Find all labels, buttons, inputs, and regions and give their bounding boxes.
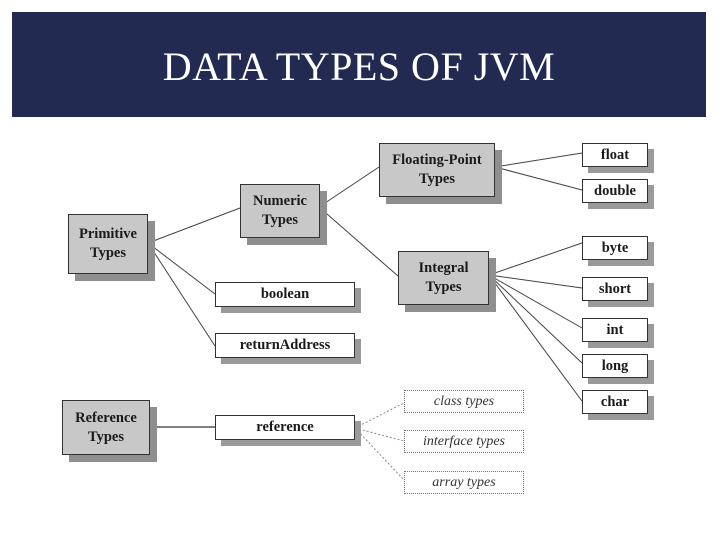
node-numeric-types: Numeric Types <box>240 184 320 238</box>
node-long: long <box>582 354 648 378</box>
node-short: short <box>582 277 648 301</box>
node-interface-types: interface types <box>404 430 524 453</box>
edge-integral-short <box>488 274 583 289</box>
node-label: Integral Types <box>418 260 469 295</box>
node-label: Primitive Types <box>79 226 137 261</box>
edge-primitive-numeric <box>147 207 241 244</box>
node-class-types: class types <box>404 390 524 413</box>
node-label: Numeric Types <box>253 193 307 228</box>
edge-primitive-boolean <box>147 242 216 295</box>
edge-reference-class <box>354 402 405 429</box>
edge-integral-int <box>488 274 583 329</box>
node-primitive-types: Primitive Types <box>68 214 148 274</box>
node-reference: reference <box>215 415 355 440</box>
edge-primitive-returnaddress <box>147 242 216 347</box>
node-float: float <box>582 143 648 167</box>
node-boolean: boolean <box>215 282 355 307</box>
node-label: Reference Types <box>75 409 137 445</box>
edge-integral-long <box>488 274 583 364</box>
edge-numeric-integral <box>318 206 399 277</box>
node-int: int <box>582 318 648 342</box>
edge-floating-float <box>494 152 583 168</box>
node-integral-types: Integral Types <box>398 251 489 305</box>
node-floating-point-types: Floating-Point Types <box>379 143 495 197</box>
node-label: Floating-Point Types <box>392 152 482 187</box>
edge-numeric-floating <box>318 166 380 208</box>
edge-reference-interface <box>354 427 405 442</box>
edge-integral-byte <box>488 242 583 276</box>
edge-integral-char <box>488 274 583 402</box>
node-return-address: returnAddress <box>215 333 355 358</box>
node-byte: byte <box>582 236 648 260</box>
node-reference-types: Reference Types <box>62 400 150 455</box>
node-char: char <box>582 390 648 414</box>
edge-reference-array <box>354 427 405 481</box>
node-double: double <box>582 179 648 203</box>
edge-floating-double <box>494 166 583 191</box>
node-array-types: array types <box>404 471 524 494</box>
